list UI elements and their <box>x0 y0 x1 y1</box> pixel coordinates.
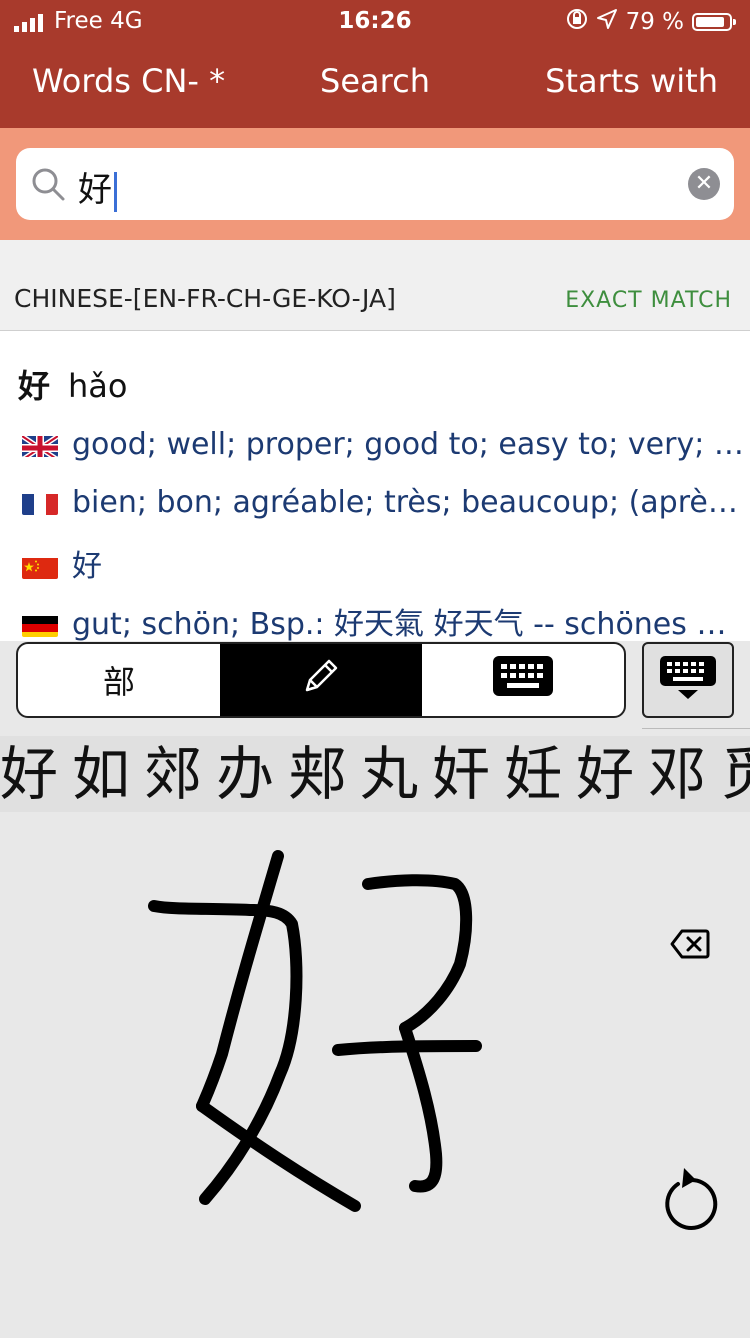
search-band: 好 ✕ <box>0 128 750 240</box>
candidate-char[interactable]: 邓 <box>648 736 706 812</box>
candidate-char[interactable]: 觅 <box>720 736 750 812</box>
refresh-icon[interactable] <box>660 1168 720 1238</box>
keyboard-hide-icon <box>660 656 716 704</box>
results-header: CHINESE-[EN-FR-CH-GE-KO-JA] EXACT MATCH <box>0 240 750 331</box>
candidate-bar: 好如郊办郏丸奸妊好邓觅 <box>0 736 750 812</box>
tab-radical[interactable]: 部 <box>18 644 220 716</box>
candidate-char[interactable]: 好 <box>576 736 634 812</box>
match-mode[interactable]: EXACT MATCH <box>565 288 732 313</box>
candidate-char[interactable]: 办 <box>216 736 274 812</box>
status-bar: Free 4G 16:26 79 % <box>0 0 750 42</box>
result-entry[interactable]: 好 hǎo good; well; proper; good to; easy t… <box>0 331 750 641</box>
input-mode-tabs: 部 <box>16 642 626 718</box>
divider <box>642 728 750 729</box>
search-input[interactable]: 好 <box>78 162 117 212</box>
de-flag-icon <box>22 613 58 637</box>
clear-icon[interactable]: ✕ <box>688 168 720 200</box>
candidate-char[interactable]: 妊 <box>504 736 562 812</box>
search-icon <box>30 166 66 206</box>
candidate-char[interactable]: 郊 <box>144 736 202 812</box>
definition-chinese: 好 <box>22 541 750 585</box>
candidate-char[interactable]: 好 <box>0 736 58 812</box>
definition-english: good; well; proper; good to; easy to; ve… <box>22 427 750 462</box>
definition-french: bien; bon; agréable; très; beaucoup; (ap… <box>22 485 750 520</box>
headword: 好 hǎo <box>18 361 127 407</box>
tab-handwriting[interactable] <box>220 644 422 716</box>
candidate-char[interactable]: 丸 <box>360 736 418 812</box>
battery-icon <box>692 13 736 31</box>
search-field[interactable]: 好 ✕ <box>16 148 734 220</box>
fr-flag-icon <box>22 491 58 515</box>
candidate-char[interactable]: 奸 <box>432 736 490 812</box>
keyboard-icon <box>493 656 553 704</box>
gb-flag-icon <box>22 433 58 457</box>
entry-hanzi: 好 <box>18 367 51 405</box>
tab-keyboard[interactable] <box>422 644 624 716</box>
cn-flag-icon <box>22 555 58 579</box>
hide-keyboard-button[interactable] <box>642 642 734 718</box>
candidate-char[interactable]: 郏 <box>288 736 346 812</box>
status-right: 79 % <box>566 8 736 36</box>
definition-german: gut; schön; Bsp.: 好天氣 好天气 -- schönes Wet… <box>22 599 750 641</box>
entry-pinyin: hǎo <box>68 367 128 405</box>
dictionary-name: CHINESE-[EN-FR-CH-GE-KO-JA] <box>14 284 396 313</box>
handwriting-canvas[interactable] <box>0 814 750 1334</box>
top-bar: Free 4G 16:26 79 % Words CN- * Search St… <box>0 0 750 128</box>
search-mode-button[interactable]: Starts with <box>545 62 718 100</box>
handwritten-strokes <box>148 850 482 1212</box>
rotation-lock-icon <box>566 8 588 36</box>
battery-percent: 79 % <box>625 9 684 35</box>
backspace-icon[interactable] <box>670 928 710 964</box>
pencil-icon <box>299 654 343 706</box>
candidate-char[interactable]: 如 <box>72 736 130 812</box>
location-icon <box>596 8 618 36</box>
